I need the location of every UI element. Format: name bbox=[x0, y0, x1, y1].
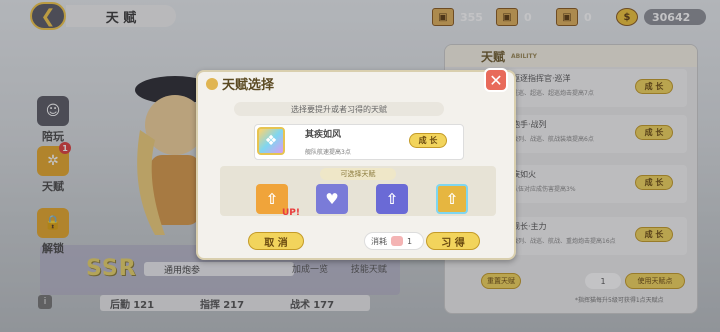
grow-button[interactable]: 成 长 bbox=[409, 133, 447, 148]
talent-option-heart[interactable]: ♥ bbox=[316, 184, 348, 214]
talent-option-arrow[interactable]: ⇧ bbox=[376, 184, 408, 214]
paw-icon bbox=[206, 78, 218, 90]
cancel-button[interactable]: 取 消 bbox=[248, 232, 304, 250]
double-arrow-up-icon: ⇧ bbox=[265, 190, 279, 208]
heart-icon: ♥ bbox=[325, 190, 339, 208]
close-button[interactable]: ✕ bbox=[484, 68, 508, 92]
options-label: 可选择天赋 bbox=[320, 168, 396, 180]
talent-select-modal: 天赋选择 ✕ 选择要提升或者习得的天赋 ❖ 其疾如风 舰队航速提高3点 成 长 … bbox=[196, 68, 516, 260]
current-talent-name: 其疾如风 bbox=[305, 130, 342, 140]
learn-button[interactable]: 习 得 bbox=[426, 232, 480, 250]
double-arrow-up-icon: ⇧ bbox=[385, 190, 399, 208]
modal-title: 天赋选择 bbox=[206, 74, 274, 93]
talent-options: 可选择天赋 ⇧ UP! ♥ ⇧ ⇧ bbox=[220, 166, 496, 218]
talent-option-selected[interactable]: ⇧ bbox=[436, 184, 468, 214]
gem-icon bbox=[391, 236, 403, 246]
wind-talent-icon: ❖ bbox=[257, 127, 285, 155]
current-talent-desc: 舰队航速提高3点 bbox=[305, 149, 351, 156]
talent-option-upgrade[interactable]: ⇧ UP! bbox=[256, 184, 300, 218]
current-talent: ❖ 其疾如风 舰队航速提高3点 成 长 bbox=[254, 124, 464, 160]
close-icon: ✕ bbox=[489, 70, 503, 90]
learn-cost: 消耗 1 bbox=[364, 232, 424, 250]
modal-hint: 选择要提升或者习得的天赋 bbox=[234, 102, 444, 116]
double-arrow-up-icon: ⇧ bbox=[445, 190, 459, 208]
